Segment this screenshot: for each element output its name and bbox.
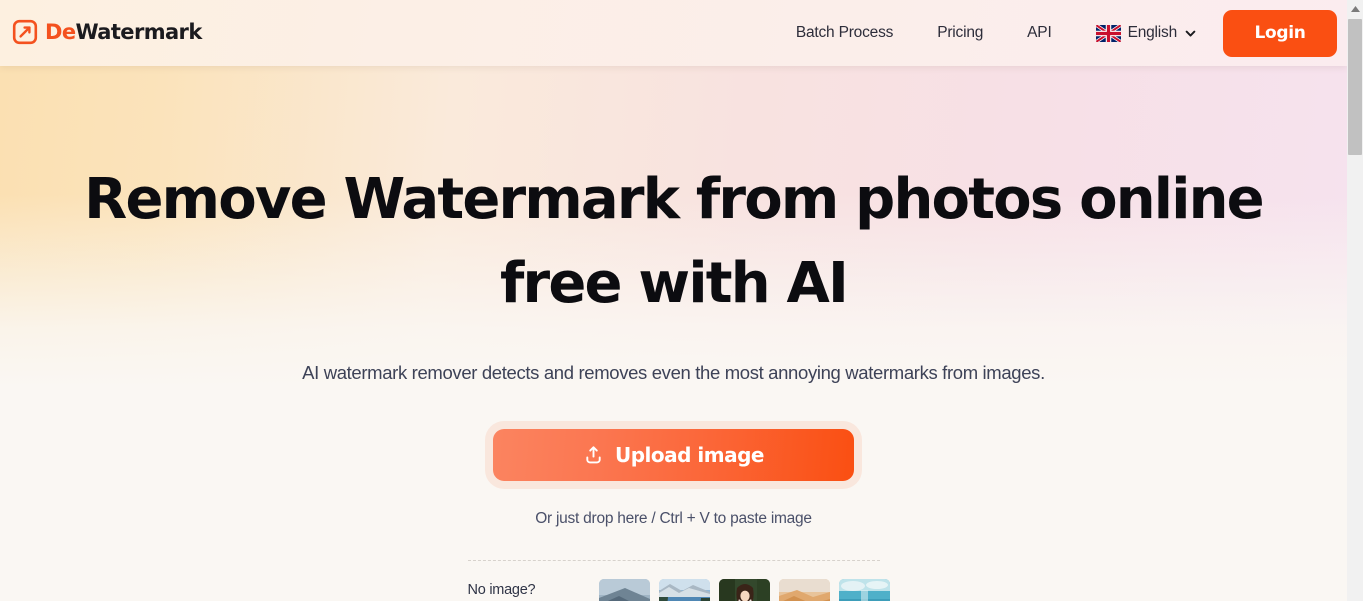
sample-thumb-desert[interactable] xyxy=(778,579,830,601)
scroll-up-arrow-icon xyxy=(1350,5,1360,12)
scrollbar-track[interactable] xyxy=(1347,155,1363,601)
section-divider xyxy=(467,560,880,561)
scroll-up-button[interactable] xyxy=(1347,0,1363,17)
nav-pricing[interactable]: Pricing xyxy=(937,18,983,48)
language-label: English xyxy=(1127,24,1178,41)
page-title: Remove Watermark from photos online free… xyxy=(84,167,1265,316)
login-button[interactable]: Login xyxy=(1223,9,1337,57)
browser-viewport: DeWatermark Batch Process Pricing API En… xyxy=(0,0,1363,601)
sample-images-row: No image? xyxy=(467,579,890,601)
page-content: DeWatermark Batch Process Pricing API En… xyxy=(0,0,1347,601)
sample-thumb-lake[interactable] xyxy=(658,579,710,601)
chevron-down-icon xyxy=(1185,30,1196,37)
sample-thumb-portrait[interactable] xyxy=(718,579,770,601)
nav-batch-process[interactable]: Batch Process xyxy=(796,18,894,48)
vertical-scrollbar[interactable] xyxy=(1347,0,1363,601)
brand-name-suffix: Watermark xyxy=(75,20,202,44)
upload-icon xyxy=(586,445,601,463)
upload-button-label: Upload image xyxy=(615,443,765,467)
sample-images-label: No image? xyxy=(467,582,536,598)
drop-hint-text: Or just drop here / Ctrl + V to paste im… xyxy=(535,510,812,527)
header-nav: Batch Process Pricing API English Login xyxy=(796,0,1337,66)
sample-thumb-beach[interactable] xyxy=(838,579,890,601)
hero-section: Remove Watermark from photos online free… xyxy=(0,66,1347,601)
sample-thumb-architecture[interactable] xyxy=(598,579,650,601)
brand-logo[interactable]: DeWatermark xyxy=(12,19,202,45)
language-selector[interactable]: English xyxy=(1095,24,1197,42)
site-header: DeWatermark Batch Process Pricing API En… xyxy=(0,0,1347,66)
nav-api[interactable]: API xyxy=(1027,18,1052,48)
hero-subtitle: AI watermark remover detects and removes… xyxy=(302,362,1045,383)
scrollbar-thumb[interactable] xyxy=(1348,19,1362,155)
uk-flag-icon xyxy=(1095,24,1121,42)
upload-button-wrapper: Upload image xyxy=(0,429,1347,481)
brand-name: DeWatermark xyxy=(45,20,202,44)
upload-image-button[interactable]: Upload image xyxy=(493,429,854,481)
sample-thumbnails xyxy=(598,579,890,601)
resize-arrow-square-icon xyxy=(12,19,38,45)
brand-name-prefix: De xyxy=(45,20,76,44)
